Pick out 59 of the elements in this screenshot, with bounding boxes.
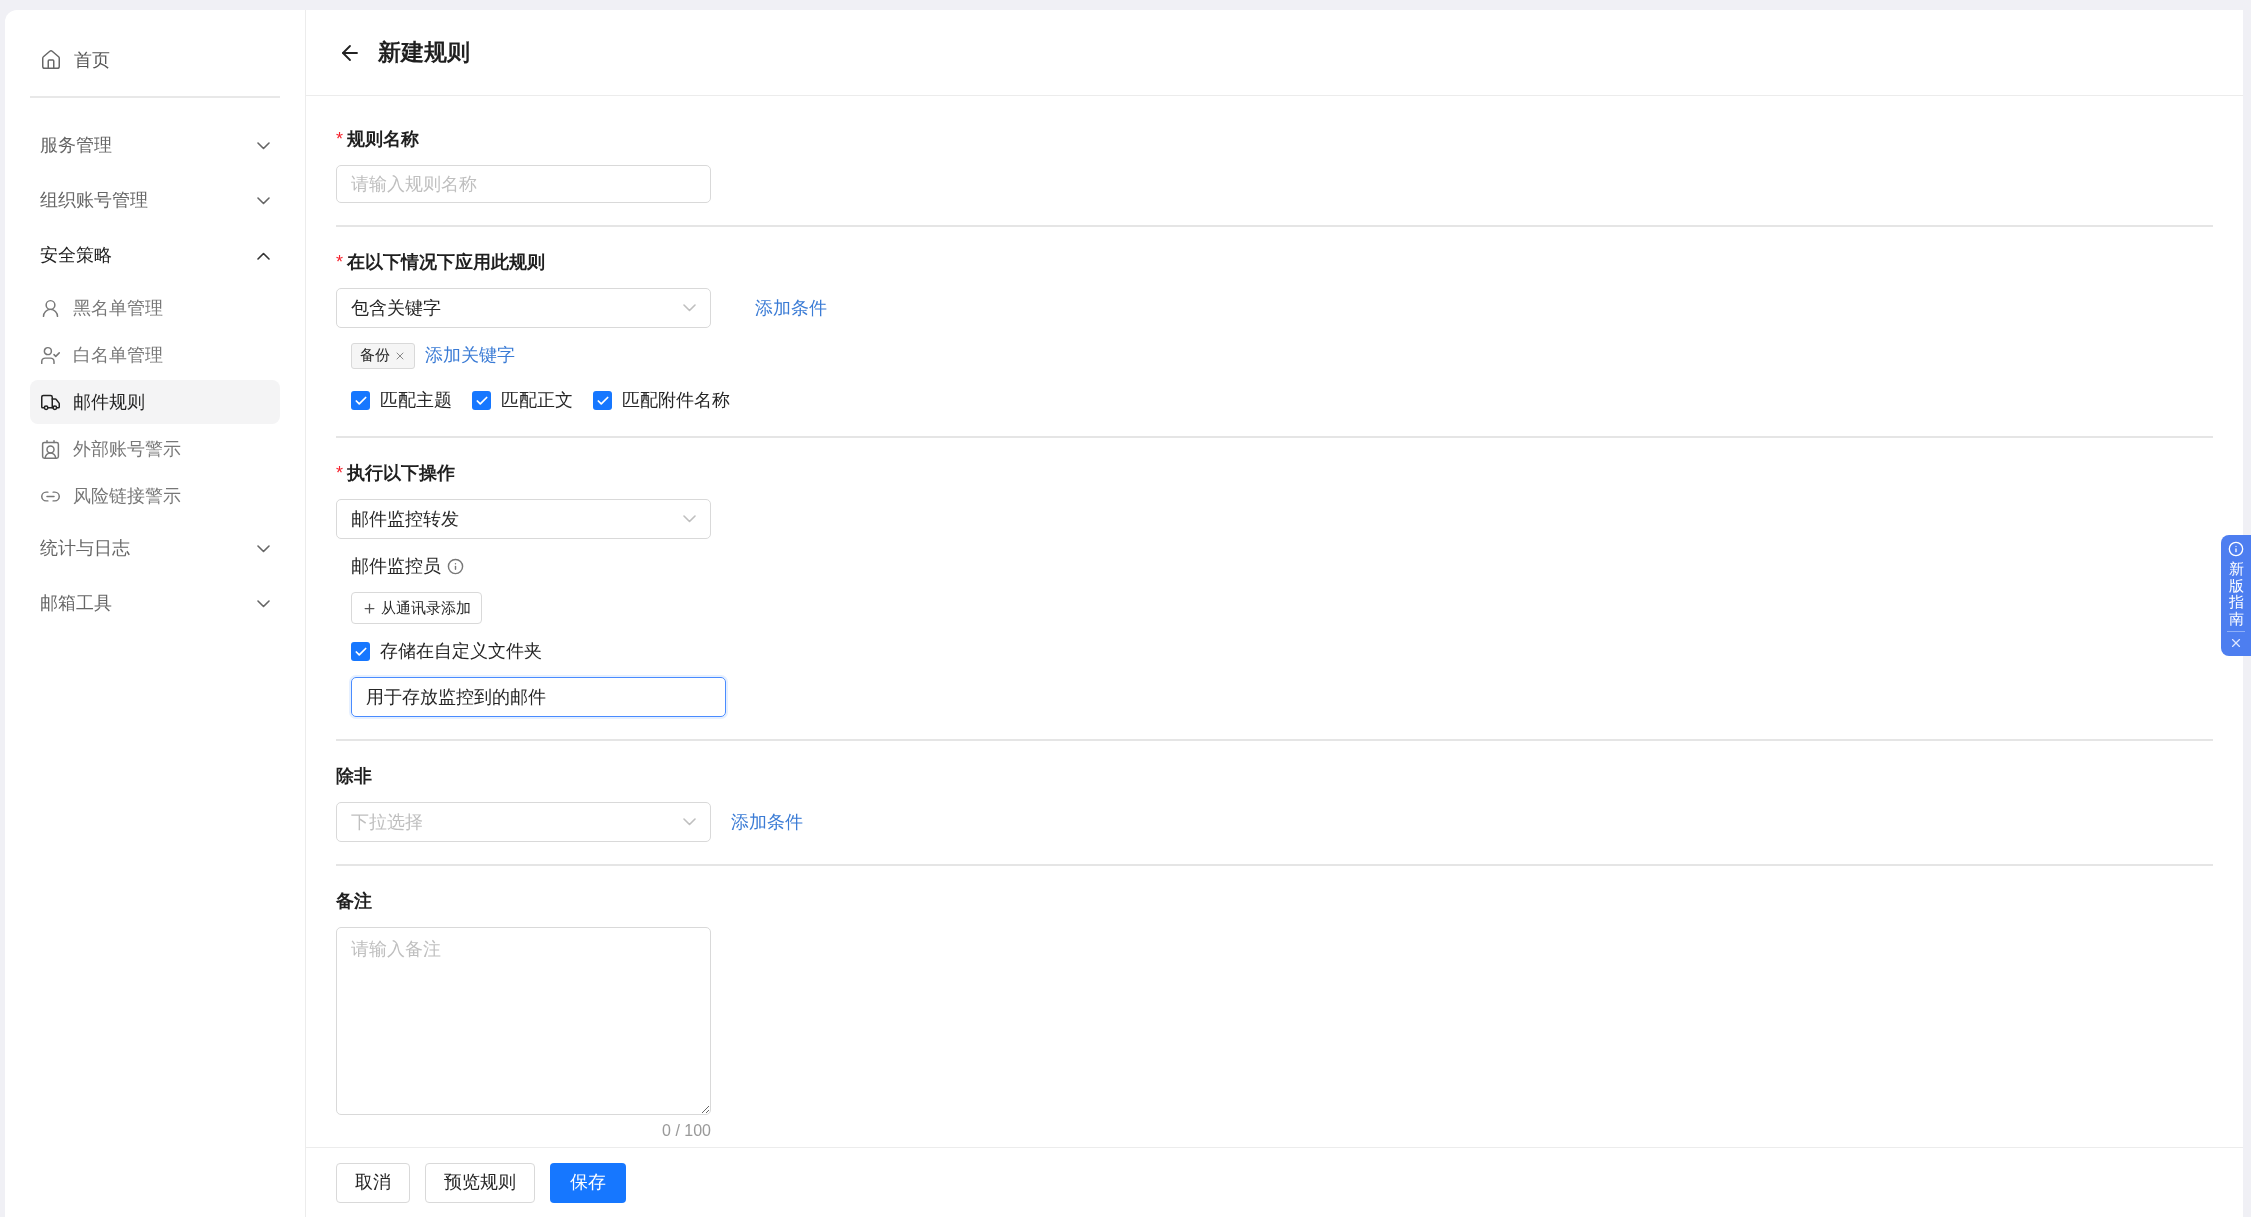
save-button[interactable]: 保存 xyxy=(550,1162,626,1203)
folder-name-field[interactable]: 用于存放监控到的邮件 xyxy=(351,677,726,717)
info-icon xyxy=(447,558,464,575)
guide-label: 新版指南 xyxy=(2228,561,2244,627)
checkbox-label: 匹配正文 xyxy=(501,389,573,412)
chevron-up-icon xyxy=(257,251,270,260)
add-keyword-link[interactable]: 添加关键字 xyxy=(425,342,515,369)
menu-group[interactable]: 安全策略 xyxy=(30,228,280,283)
rule-name-field[interactable]: 请输入规则名称 xyxy=(336,165,711,203)
section-label: 备注 xyxy=(336,890,372,913)
menu-item[interactable]: 邮件规则 xyxy=(30,380,280,424)
checkbox-label: 匹配附件名称 xyxy=(622,389,730,412)
menu-item[interactable]: 外部账号警示 xyxy=(30,427,280,471)
required-mark: * xyxy=(336,128,343,151)
plus-icon xyxy=(362,600,377,616)
checkbox-label: 匹配主题 xyxy=(380,389,452,412)
add-from-contacts-button[interactable]: 从通讯录添加 xyxy=(351,592,482,624)
menu-group[interactable]: 服务管理 xyxy=(30,118,280,173)
info-icon xyxy=(2228,541,2244,557)
close-icon[interactable] xyxy=(2229,636,2243,650)
chevron-down-icon xyxy=(257,544,270,553)
chevron-down-icon xyxy=(683,818,696,826)
note-field[interactable]: 请输入备注 xyxy=(336,927,711,1115)
menu-item[interactable]: 风险链接警示 xyxy=(30,474,280,518)
person-check-icon xyxy=(40,344,61,366)
chevron-down-icon xyxy=(257,599,270,608)
guide-tab[interactable]: 新版指南 xyxy=(2221,535,2251,656)
chevron-down-icon xyxy=(683,304,696,312)
home-icon xyxy=(40,49,62,71)
section-label: 执行以下操作 xyxy=(347,462,455,485)
dropdown[interactable]: 邮件监控转发 xyxy=(336,499,711,539)
chevron-down-icon xyxy=(683,515,696,523)
required-mark: * xyxy=(336,462,343,485)
add-condition-link[interactable]: 添加条件 xyxy=(731,808,803,836)
home-item[interactable]: 首页 xyxy=(30,42,280,78)
checkbox[interactable] xyxy=(472,391,491,410)
add-condition-link[interactable]: 添加条件 xyxy=(755,294,827,322)
checkbox-label: 存储在自定义文件夹 xyxy=(380,640,542,663)
keyword-tag: 备份 xyxy=(351,342,415,369)
chevron-down-icon xyxy=(257,141,270,150)
menu-group[interactable]: 组织账号管理 xyxy=(30,173,280,228)
menu-group[interactable]: 统计与日志 xyxy=(30,521,280,576)
menu-item[interactable]: 白名单管理 xyxy=(30,333,280,377)
dropdown[interactable]: 包含关键字 xyxy=(336,288,711,328)
section-label: 规则名称 xyxy=(347,128,419,151)
character-counter: 0 / 100 xyxy=(662,1121,711,1141)
secondary-button[interactable]: 取消 xyxy=(336,1162,410,1203)
page-title: 新建规则 xyxy=(378,38,470,68)
menu-item[interactable]: 黑名单管理 xyxy=(30,286,280,330)
secondary-button[interactable]: 预览规则 xyxy=(425,1162,535,1203)
chevron-down-icon xyxy=(257,196,270,205)
menu-group[interactable]: 邮箱工具 xyxy=(30,576,280,631)
required-mark: * xyxy=(336,251,343,274)
section-label: 在以下情况下应用此规则 xyxy=(347,251,545,274)
checkbox[interactable] xyxy=(593,391,612,410)
field-label: 邮件监控员 xyxy=(351,555,441,578)
checkbox[interactable] xyxy=(351,391,370,410)
section-label: 除非 xyxy=(336,765,372,788)
checkbox[interactable] xyxy=(351,642,370,661)
